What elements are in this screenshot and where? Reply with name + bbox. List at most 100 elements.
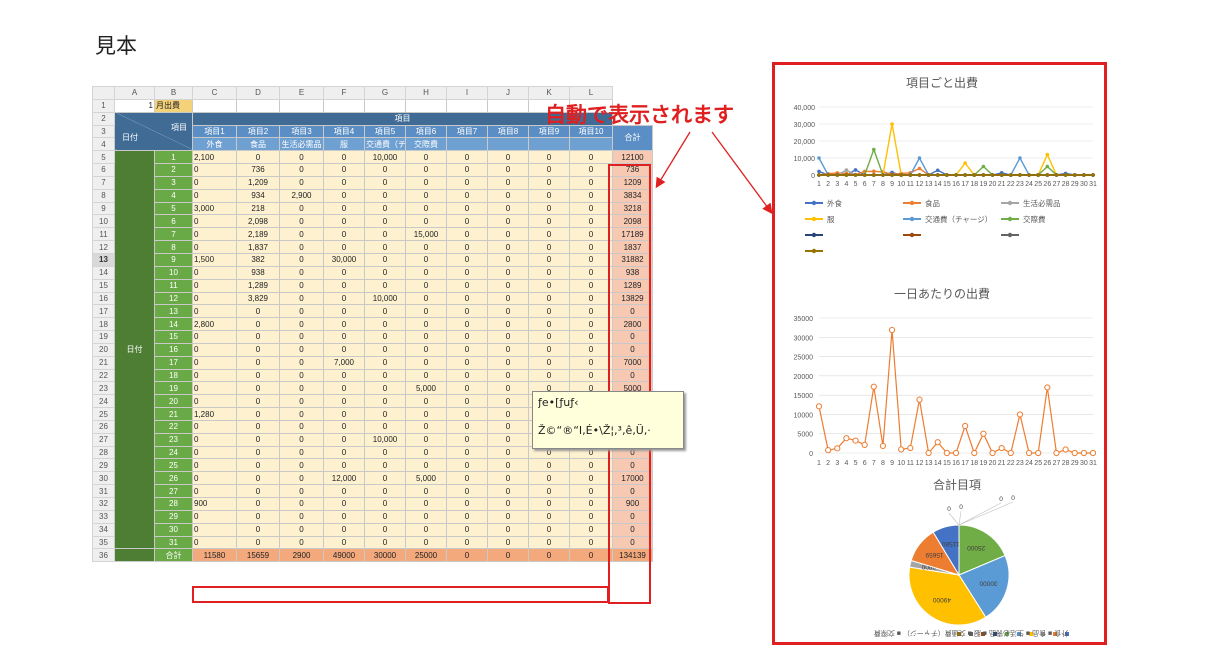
- column-header-G[interactable]: G: [364, 86, 406, 100]
- row-header[interactable]: 19: [92, 330, 115, 344]
- header-item-name-3[interactable]: 生活必需品: [279, 137, 324, 152]
- value-cell[interactable]: 0: [405, 432, 447, 447]
- value-cell[interactable]: 0: [405, 419, 447, 434]
- row-header[interactable]: 23: [92, 381, 115, 396]
- value-cell[interactable]: 1,280: [192, 407, 237, 421]
- column-header-E[interactable]: E: [279, 86, 324, 100]
- value-cell[interactable]: 0: [236, 150, 280, 165]
- value-cell[interactable]: 0: [192, 509, 237, 524]
- value-cell[interactable]: 0: [405, 265, 447, 280]
- item-total-cell[interactable]: 11580: [192, 548, 237, 563]
- row-header[interactable]: 3: [92, 124, 115, 139]
- value-cell[interactable]: 0: [569, 509, 613, 524]
- value-cell[interactable]: 0: [487, 419, 529, 434]
- day-number-cell[interactable]: 5: [154, 201, 193, 216]
- value-cell[interactable]: 0: [405, 175, 447, 190]
- day-number-cell[interactable]: 7: [154, 227, 193, 242]
- value-cell[interactable]: 0: [487, 484, 529, 498]
- header-item-2[interactable]: 項目2: [236, 124, 280, 139]
- value-cell[interactable]: 0: [569, 227, 613, 242]
- value-cell[interactable]: 0: [279, 535, 324, 550]
- value-cell[interactable]: 0: [446, 509, 488, 524]
- value-cell[interactable]: 0: [528, 278, 570, 293]
- value-cell[interactable]: 0: [236, 317, 280, 332]
- item-total-cell[interactable]: 15659: [236, 548, 280, 563]
- value-cell[interactable]: 0: [487, 407, 529, 421]
- header-item-name-1[interactable]: 外食: [192, 137, 237, 152]
- header-date[interactable]: 日付 項目: [114, 111, 193, 152]
- value-cell[interactable]: 0: [279, 419, 324, 434]
- daily-total-cell[interactable]: 17189: [612, 227, 653, 242]
- value-cell[interactable]: 0: [279, 342, 324, 357]
- value-cell[interactable]: 0: [487, 163, 529, 177]
- value-cell[interactable]: 0: [487, 355, 529, 370]
- value-cell[interactable]: 0: [323, 381, 365, 396]
- value-cell[interactable]: 5,000: [405, 471, 447, 486]
- value-cell[interactable]: 0: [279, 432, 324, 447]
- value-cell[interactable]: 0: [569, 368, 613, 383]
- value-cell[interactable]: 1,500: [192, 252, 237, 267]
- value-cell[interactable]: 0: [236, 497, 280, 511]
- value-cell[interactable]: 12,000: [323, 471, 365, 486]
- row-header[interactable]: 17: [92, 304, 115, 319]
- value-cell[interactable]: 3,829: [236, 291, 280, 306]
- value-cell[interactable]: 0: [528, 227, 570, 242]
- value-cell[interactable]: 10,000: [364, 291, 406, 306]
- header-item-name-9[interactable]: [528, 137, 570, 152]
- value-cell[interactable]: 0: [487, 497, 529, 511]
- value-cell[interactable]: 0: [446, 535, 488, 550]
- value-cell[interactable]: 0: [446, 381, 488, 396]
- value-cell[interactable]: 0: [569, 471, 613, 486]
- item-total-cell[interactable]: 0: [528, 548, 570, 563]
- value-cell[interactable]: 0: [446, 163, 488, 177]
- value-cell[interactable]: 0: [323, 368, 365, 383]
- daily-total-cell[interactable]: 31882: [612, 252, 653, 267]
- value-cell[interactable]: 0: [569, 342, 613, 357]
- header-item-name-6[interactable]: 交際費: [405, 137, 447, 152]
- value-cell[interactable]: 0: [279, 163, 324, 177]
- value-cell[interactable]: 0: [279, 278, 324, 293]
- value-cell[interactable]: 0: [192, 342, 237, 357]
- value-cell[interactable]: 0: [446, 368, 488, 383]
- value-cell[interactable]: 0: [528, 471, 570, 486]
- row-header[interactable]: 1: [92, 98, 115, 113]
- value-cell[interactable]: 0: [487, 227, 529, 242]
- value-cell[interactable]: 0: [487, 317, 529, 332]
- value-cell[interactable]: 0: [364, 214, 406, 229]
- header-item-name-4[interactable]: 服: [323, 137, 365, 152]
- value-cell[interactable]: 0: [446, 471, 488, 486]
- value-cell[interactable]: 0: [323, 330, 365, 344]
- row-header[interactable]: 11: [92, 227, 115, 242]
- row-header[interactable]: 10: [92, 214, 115, 229]
- item-total-cell[interactable]: 0: [487, 548, 529, 563]
- value-cell[interactable]: 0: [236, 368, 280, 383]
- value-cell[interactable]: 0: [405, 214, 447, 229]
- row-header[interactable]: 2: [92, 111, 115, 126]
- value-cell[interactable]: 0: [405, 509, 447, 524]
- value-cell[interactable]: 0: [487, 458, 529, 473]
- row-header[interactable]: 7: [92, 175, 115, 190]
- day-number-cell[interactable]: 2: [154, 163, 193, 177]
- value-cell[interactable]: 0: [279, 304, 324, 319]
- value-cell[interactable]: 0: [323, 394, 365, 409]
- value-cell[interactable]: 938: [236, 265, 280, 280]
- day-number-cell[interactable]: 19: [154, 381, 193, 396]
- value-cell[interactable]: 0: [487, 432, 529, 447]
- value-cell[interactable]: 0: [192, 291, 237, 306]
- value-cell[interactable]: 2,800: [192, 317, 237, 332]
- header-item-name-2[interactable]: 食品: [236, 137, 280, 152]
- value-cell[interactable]: 0: [528, 188, 570, 203]
- value-cell[interactable]: 0: [236, 381, 280, 396]
- value-cell[interactable]: 0: [528, 484, 570, 498]
- value-cell[interactable]: 0: [323, 497, 365, 511]
- value-cell[interactable]: 0: [528, 317, 570, 332]
- value-cell[interactable]: 0: [323, 240, 365, 254]
- value-cell[interactable]: 0: [236, 330, 280, 344]
- value-cell[interactable]: 0: [528, 497, 570, 511]
- header-item-3[interactable]: 項目3: [279, 124, 324, 139]
- daily-total-cell[interactable]: 0: [612, 330, 653, 344]
- header-item-6[interactable]: 項目6: [405, 124, 447, 139]
- row-header[interactable]: 14: [92, 265, 115, 280]
- value-cell[interactable]: 0: [236, 394, 280, 409]
- value-cell[interactable]: 2,189: [236, 227, 280, 242]
